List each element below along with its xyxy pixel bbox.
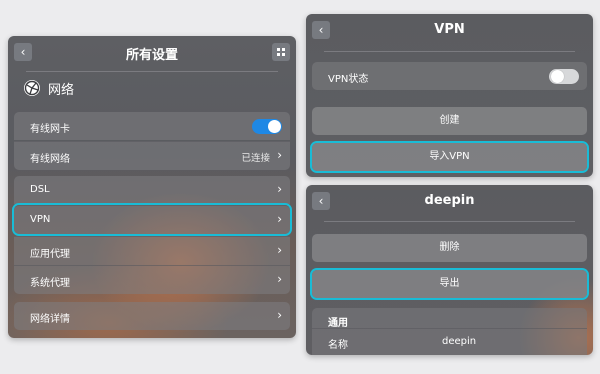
panel-title: deepin	[424, 193, 475, 208]
import-vpn-button[interactable]: 导入VPN	[312, 143, 587, 171]
sidebar-item-network-details[interactable]: 网络详情 ›	[14, 302, 290, 330]
panel-title: 所有设置	[125, 48, 178, 63]
title-bar: ‹ 所有设置	[8, 36, 296, 70]
section-title: 网络	[48, 82, 75, 98]
name-value[interactable]: deepin	[442, 336, 476, 347]
grid-icon	[282, 53, 285, 56]
grid-icon	[282, 48, 285, 51]
divider	[324, 51, 575, 52]
export-button[interactable]: 导出	[312, 270, 587, 298]
connection-status: 已连接	[241, 153, 270, 164]
grid-icon	[277, 53, 280, 56]
sidebar-item-system-proxy[interactable]: 系统代理 ›	[14, 265, 290, 294]
grid-icon	[277, 48, 280, 51]
sidebar-item-app-proxy[interactable]: 应用代理 ›	[14, 236, 290, 265]
wired-card-label: 有线网卡	[30, 124, 70, 135]
chevron-right-icon: ›	[277, 308, 282, 322]
chevron-right-icon: ›	[277, 243, 282, 257]
vpn-status-label: VPN状态	[328, 74, 369, 85]
divider	[324, 221, 575, 222]
wired-network-row[interactable]: 有线网络 已连接 ›	[14, 141, 290, 170]
chevron-right-icon: ›	[277, 212, 282, 226]
network-globe-icon	[24, 80, 40, 96]
chevron-right-icon: ›	[277, 272, 282, 286]
wired-card-toggle[interactable]	[252, 119, 282, 134]
general-header: 通用	[328, 318, 348, 329]
vpn-status-toggle[interactable]	[549, 69, 579, 84]
sidebar-item-vpn[interactable]: VPN ›	[14, 205, 290, 234]
deepin-connection-panel: ‹ deepin 删除 导出 通用 名称 deepin	[306, 185, 593, 355]
chevron-right-icon: ›	[277, 182, 282, 196]
create-button[interactable]: 创建	[312, 107, 587, 135]
divider	[26, 71, 278, 72]
dsl-label: DSL	[30, 184, 50, 195]
system-proxy-label: 系统代理	[30, 278, 70, 289]
network-settings-panel: ‹ 所有设置 网络 有线网卡 有线网络 已连接 › DSL › VPN › 应用…	[8, 36, 296, 338]
delete-button[interactable]: 删除	[312, 234, 587, 262]
section-header: 网络	[24, 76, 74, 100]
divider	[312, 328, 587, 329]
toggle-knob	[551, 70, 564, 83]
grid-view-button[interactable]	[272, 43, 290, 61]
app-proxy-label: 应用代理	[30, 249, 70, 260]
title-bar: ‹ VPN	[306, 14, 593, 48]
name-label: 名称	[328, 340, 348, 351]
vpn-label: VPN	[30, 214, 51, 225]
wired-network-label: 有线网络	[30, 154, 70, 165]
general-section: 通用 名称 deepin	[312, 308, 587, 355]
vpn-panel: ‹ VPN VPN状态 创建 导入VPN	[306, 14, 593, 177]
panel-title: VPN	[434, 22, 465, 37]
network-details-label: 网络详情	[30, 314, 70, 325]
sidebar-item-dsl[interactable]: DSL ›	[14, 176, 290, 204]
chevron-right-icon: ›	[277, 148, 282, 162]
wired-card-row: 有线网卡	[14, 112, 290, 140]
toggle-knob	[268, 120, 281, 133]
title-bar: ‹ deepin	[306, 185, 593, 219]
vpn-status-row: VPN状态	[312, 62, 587, 90]
